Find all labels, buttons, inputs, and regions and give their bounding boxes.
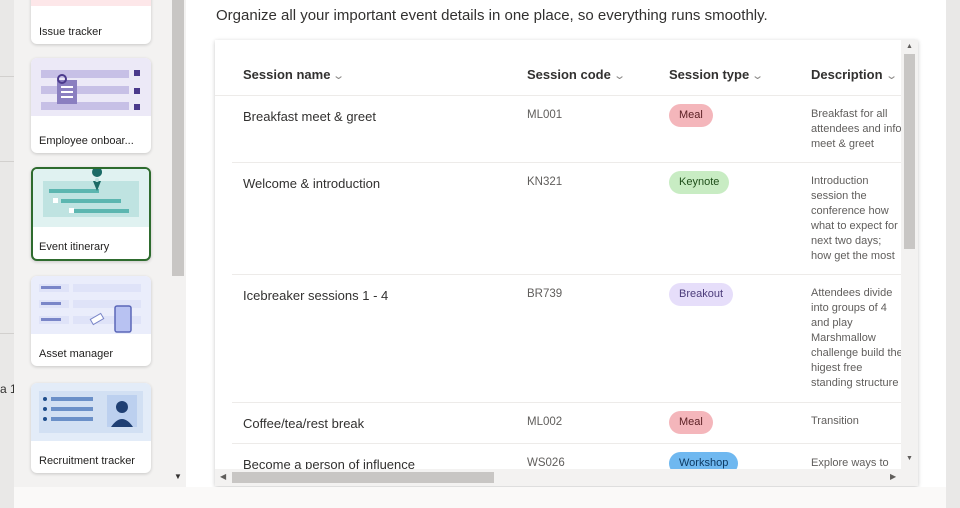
session-code-cell: ML001 xyxy=(527,109,563,121)
asset-manager-thumbnail xyxy=(31,276,151,334)
column-header-description[interactable]: Description ⌄ xyxy=(811,67,898,82)
template-card-event-itinerary[interactable]: Event itinerary xyxy=(31,167,151,261)
table-row: Breakfast meet & greet ML001 Meal Breakf… xyxy=(232,96,902,163)
session-code-cell: BR739 xyxy=(527,288,563,300)
column-header-session-name[interactable]: Session name ⌄ xyxy=(243,67,346,82)
column-header-label: Session code xyxy=(527,67,611,82)
column-header-label: Description xyxy=(811,67,883,82)
session-type-pill: Meal xyxy=(669,104,713,127)
session-name-cell: Breakfast meet & greet xyxy=(243,109,376,124)
chevron-down-icon: ⌄ xyxy=(332,70,346,82)
template-card-label: Recruitment tracker xyxy=(39,455,135,467)
template-gallery: Issue tracker Employee onboar... Event i… xyxy=(14,0,186,487)
backdrop-divider xyxy=(0,161,14,162)
template-card-label: Event itinerary xyxy=(39,241,110,253)
template-dialog: Issue tracker Employee onboar... Event i… xyxy=(14,0,946,508)
session-name-cell: Icebreaker sessions 1 - 4 xyxy=(243,288,389,303)
backdrop-divider xyxy=(0,333,14,334)
scroll-down-arrow-icon[interactable]: ▼ xyxy=(906,455,913,462)
scroll-down-arrow-icon[interactable]: ▼ xyxy=(174,472,182,481)
session-type-pill: Breakout xyxy=(669,283,734,306)
dialog-footer xyxy=(14,487,946,508)
table-row: Coffee/tea/rest break ML002 Meal Transit… xyxy=(232,403,901,444)
grid-vertical-scrollbar-thumb[interactable] xyxy=(904,54,915,249)
grid-vertical-scrollbar[interactable]: ▲ ▼ xyxy=(901,40,918,469)
template-card-asset-manager[interactable]: Asset manager xyxy=(31,276,151,366)
event-itinerary-thumbnail xyxy=(33,169,149,227)
table-row: Welcome & introduction KN321 Keynote Int… xyxy=(232,163,901,275)
description-cell: Attendees divide into groups of 4 and pl… xyxy=(811,287,903,389)
chevron-down-icon: ⌄ xyxy=(751,70,765,82)
description-cell: Introduction session the conference how … xyxy=(811,175,898,262)
session-name-cell: Coffee/tea/rest break xyxy=(243,416,365,431)
scroll-left-arrow-icon[interactable]: ◀ xyxy=(220,472,226,481)
column-header-label: Session type xyxy=(669,67,750,82)
recruitment-tracker-thumbnail xyxy=(31,383,151,441)
grid-horizontal-scrollbar[interactable]: ◀ ▶ xyxy=(215,469,918,486)
description-cell: Breakfast for all attendees and info mee… xyxy=(811,108,902,150)
preview-grid: Session name ⌄ Session code ⌄ Session type… xyxy=(215,40,918,486)
session-code-cell: KN321 xyxy=(527,176,563,188)
backdrop-divider xyxy=(0,76,14,77)
grid-horizontal-scrollbar-thumb[interactable] xyxy=(232,472,494,483)
template-card-recruitment-tracker[interactable]: Recruitment tracker xyxy=(31,383,151,473)
column-header-session-code[interactable]: Session code ⌄ xyxy=(527,67,626,82)
gallery-scrollbar-thumb[interactable] xyxy=(172,0,184,276)
column-header-session-type[interactable]: Session type ⌄ xyxy=(669,67,765,82)
template-card-label: Employee onboar... xyxy=(39,135,134,147)
session-name-cell: Welcome & introduction xyxy=(243,176,381,191)
issue-tracker-thumbnail xyxy=(31,0,151,6)
scroll-right-arrow-icon[interactable]: ▶ xyxy=(890,472,896,481)
grid-header: Session name ⌄ Session code ⌄ Session type… xyxy=(215,40,901,96)
employee-onboarding-thumbnail xyxy=(31,58,151,116)
chevron-down-icon: ⌄ xyxy=(884,70,898,82)
session-code-cell: ML002 xyxy=(527,416,563,428)
session-type-pill: Keynote xyxy=(669,171,730,194)
session-code-cell: WS026 xyxy=(527,457,565,469)
template-card-issue-tracker[interactable]: Issue tracker xyxy=(31,0,151,44)
table-row: Icebreaker sessions 1 - 4 BR739 Breakout… xyxy=(232,275,903,403)
template-description: Organize all your important event detail… xyxy=(216,7,768,24)
template-card-employee-onboarding[interactable]: Employee onboar... xyxy=(31,58,151,153)
session-type-pill: Meal xyxy=(669,411,713,434)
template-card-label: Issue tracker xyxy=(39,26,102,38)
description-cell: Transition xyxy=(811,415,859,427)
chevron-down-icon: ⌄ xyxy=(612,70,626,82)
scroll-up-arrow-icon[interactable]: ▲ xyxy=(906,43,913,50)
template-card-label: Asset manager xyxy=(39,348,113,360)
column-header-label: Session name xyxy=(243,67,331,82)
